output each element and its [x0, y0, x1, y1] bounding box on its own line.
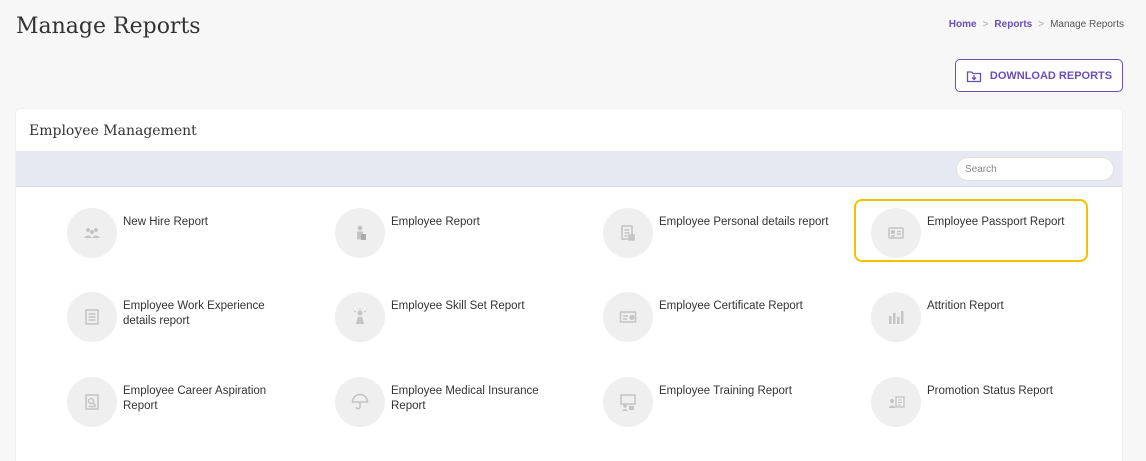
report-item-career-aspiration[interactable]: Employee Career Aspiration Report — [67, 377, 297, 427]
report-label: Employee Medical Insurance Report — [391, 385, 539, 412]
employee-icon — [357, 225, 366, 240]
report-icon-wrap — [335, 377, 385, 427]
download-folder-icon — [966, 70, 982, 82]
report-item-passport[interactable]: Employee Passport Report — [871, 208, 1101, 258]
skill-icon — [353, 308, 367, 324]
report-item-work-experience[interactable]: Employee Work Experience details report — [67, 292, 297, 342]
report-item-attrition[interactable]: Attrition Report — [871, 292, 1101, 342]
report-label: Employee Career Aspiration Report — [123, 385, 267, 412]
report-item-certificate[interactable]: Employee Certificate Report — [603, 292, 833, 342]
report-icon-wrap — [603, 208, 653, 258]
breadcrumb-separator: > — [982, 19, 989, 30]
report-item-employee[interactable]: Employee Report — [335, 208, 565, 258]
report-label: Employee Skill Set Report — [391, 300, 525, 312]
report-label: Employee Passport Report — [927, 216, 1065, 228]
breadcrumb-current: Manage Reports — [1050, 19, 1124, 30]
breadcrumb-reports[interactable]: Reports — [994, 19, 1032, 30]
umbrella-icon — [351, 393, 369, 410]
report-label: Employee Report — [391, 216, 480, 228]
bar-chart-icon — [889, 311, 904, 324]
report-label: Employee Training Report — [659, 385, 792, 397]
report-item-training[interactable]: Employee Training Report — [603, 377, 833, 427]
people-icon — [84, 228, 100, 238]
career-icon — [85, 394, 99, 410]
page-title: Manage Reports — [16, 14, 201, 39]
report-label: Employee Personal details report — [659, 216, 829, 228]
report-icon-wrap — [67, 208, 117, 258]
report-item-new-hire[interactable]: New Hire Report — [67, 208, 297, 258]
report-label: Attrition Report — [927, 300, 1004, 312]
download-reports-button[interactable]: DOWNLOAD REPORTS — [955, 59, 1123, 92]
list-document-icon — [85, 309, 99, 325]
breadcrumb-home[interactable]: Home — [949, 19, 977, 30]
report-label: Employee Certificate Report — [659, 300, 803, 312]
download-reports-label: DOWNLOAD REPORTS — [989, 69, 1113, 82]
breadcrumb: Home > Reports > Manage Reports — [949, 19, 1124, 30]
report-label: Promotion Status Report — [927, 385, 1053, 397]
report-label: New Hire Report — [123, 216, 208, 228]
report-item-medical-insurance[interactable]: Employee Medical Insurance Report — [335, 377, 565, 427]
report-item-skill-set[interactable]: Employee Skill Set Report — [335, 292, 565, 342]
report-icon-wrap — [603, 292, 653, 342]
report-label: Employee Work Experience details report — [123, 300, 265, 327]
card-toolbar — [16, 151, 1122, 187]
id-card-icon — [888, 227, 904, 239]
report-item-personal-details[interactable]: Employee Personal details report — [603, 208, 833, 258]
report-icon-wrap — [871, 208, 921, 258]
training-icon — [620, 394, 636, 411]
promotion-icon — [888, 396, 905, 408]
report-icon-wrap — [67, 377, 117, 427]
report-icon-wrap — [871, 292, 921, 342]
report-icon-wrap — [871, 377, 921, 427]
document-icon — [621, 225, 635, 241]
report-icon-wrap — [603, 377, 653, 427]
certificate-icon — [619, 311, 637, 323]
search-input[interactable] — [956, 157, 1114, 181]
report-item-promotion-status[interactable]: Promotion Status Report — [871, 377, 1101, 427]
card-title: Employee Management — [29, 123, 197, 139]
report-icon-wrap — [67, 292, 117, 342]
report-icon-wrap — [335, 208, 385, 258]
report-icon-wrap — [335, 292, 385, 342]
breadcrumb-separator: > — [1038, 19, 1045, 30]
